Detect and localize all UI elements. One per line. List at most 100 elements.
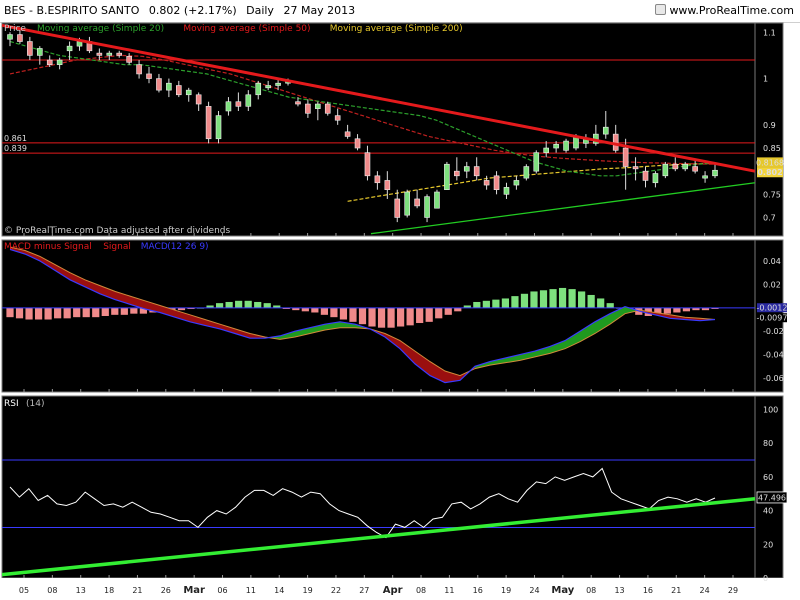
macd-histogram-bar bbox=[215, 303, 224, 308]
price-y-tick-label: 0.85 bbox=[763, 144, 781, 153]
macd-histogram-bar bbox=[25, 307, 33, 320]
macd-y-tick-label: -0.04 bbox=[763, 351, 784, 360]
candle-body bbox=[66, 45, 73, 52]
x-tick-label: 19 bbox=[303, 586, 313, 595]
x-tick-label: Mar bbox=[183, 585, 205, 596]
candle-body bbox=[602, 126, 609, 135]
macd-histogram-bar bbox=[397, 307, 405, 327]
macd-histogram-bar bbox=[682, 307, 691, 312]
macd-histogram-bar bbox=[406, 307, 414, 326]
candle-body bbox=[672, 163, 679, 170]
x-tick-label: 22 bbox=[331, 586, 341, 595]
x-tick-label: 13 bbox=[76, 586, 86, 595]
candle-body bbox=[712, 169, 718, 177]
candle-body bbox=[483, 180, 490, 186]
candle-body bbox=[513, 180, 520, 186]
price-y-tick-label: 0.7 bbox=[763, 213, 776, 222]
x-tick-label: 21 bbox=[671, 586, 681, 595]
x-tick-label: May bbox=[551, 585, 574, 596]
macd-histogram-bar bbox=[597, 298, 605, 308]
macd-legend-item: Signal bbox=[103, 242, 131, 252]
macd-histogram-bar bbox=[6, 307, 14, 318]
candle-body bbox=[384, 180, 391, 190]
candle-body bbox=[215, 115, 222, 140]
rsi-y-tick-label: 60 bbox=[763, 473, 773, 482]
x-tick-label: 08 bbox=[416, 586, 426, 595]
candle-body bbox=[46, 59, 53, 65]
candle-body bbox=[166, 82, 172, 91]
candle-body bbox=[27, 41, 33, 56]
candle-body bbox=[235, 101, 242, 107]
candle-body bbox=[523, 166, 530, 179]
rsi-y-tick-label: 20 bbox=[763, 540, 773, 549]
candle-body bbox=[553, 144, 559, 149]
macd-histogram-bar bbox=[73, 307, 81, 318]
macd-histogram-bar bbox=[82, 307, 90, 318]
macd-last-label: -0.0012 bbox=[757, 304, 788, 313]
macd-histogram-bar bbox=[34, 307, 43, 320]
candle-body bbox=[424, 196, 430, 218]
macd-histogram-bar bbox=[511, 296, 519, 308]
macd-histogram-bar bbox=[482, 300, 490, 308]
candle-body bbox=[7, 34, 13, 40]
candle-body bbox=[116, 52, 123, 56]
macd-histogram-bar bbox=[558, 287, 567, 308]
macd-histogram-bar bbox=[311, 307, 319, 313]
rsi-last-label: 47.496 bbox=[758, 493, 786, 502]
chart-canvas: 05 08 13 18 21 26 Mar 06 11 14 19 22 27 Apr 08 11 16 19 24… bbox=[0, 22, 800, 600]
candle-body bbox=[96, 52, 103, 56]
price-y-tick-label: 0.75 bbox=[763, 190, 781, 199]
candle-body bbox=[195, 94, 202, 105]
candle-body bbox=[444, 163, 450, 190]
macd-histogram-bar bbox=[530, 291, 538, 308]
candle-body bbox=[334, 115, 341, 121]
price-legend-item: Moving average (Simple 200) bbox=[330, 24, 463, 34]
macd-legend-item: (12 26 9) bbox=[167, 242, 208, 252]
macd-histogram-bar bbox=[539, 290, 548, 308]
x-tick-label: 24 bbox=[529, 586, 539, 595]
macd-histogram-bar bbox=[578, 291, 586, 308]
rsi-legend-item: (14) bbox=[26, 399, 44, 409]
macd-y-tick-label: -0.06 bbox=[763, 374, 784, 383]
macd-histogram-bar bbox=[235, 300, 243, 308]
macd-histogram-bar bbox=[520, 293, 529, 308]
candle-body bbox=[126, 56, 132, 63]
candle-body bbox=[652, 173, 659, 184]
candle-body bbox=[493, 175, 500, 190]
x-tick-label: 05 bbox=[19, 586, 29, 595]
macd-histogram-bar bbox=[263, 303, 271, 308]
rsi-legend-item: RSI bbox=[4, 399, 19, 409]
candle-body bbox=[374, 175, 381, 184]
macd-histogram-bar bbox=[111, 307, 119, 315]
price-y-tick-label: 1.1 bbox=[763, 28, 776, 37]
candle-body bbox=[265, 85, 271, 89]
signal-last-label: -0.0097 bbox=[757, 314, 788, 323]
macd-histogram-bar bbox=[473, 301, 481, 308]
macd-histogram-bar bbox=[92, 307, 100, 318]
macd-histogram-bar bbox=[549, 289, 557, 308]
candle-body bbox=[275, 82, 281, 86]
rsi-y-tick-label: 0 bbox=[763, 574, 768, 583]
x-tick-label: 27 bbox=[359, 586, 369, 595]
price-level-label: 0.861 bbox=[4, 134, 27, 143]
candle-body bbox=[205, 106, 212, 140]
macd-histogram-bar bbox=[663, 307, 671, 314]
candle-body bbox=[354, 138, 361, 149]
macd-histogram-bar bbox=[349, 307, 357, 322]
ma-last-label: 0.8168 bbox=[756, 158, 784, 167]
candle-body bbox=[682, 163, 689, 170]
macd-histogram-bar bbox=[377, 307, 386, 328]
x-tick-label: 11 bbox=[246, 586, 256, 595]
macd-histogram-bar bbox=[15, 307, 24, 319]
x-tick-label: 29 bbox=[728, 586, 738, 595]
macd-histogram-bar bbox=[63, 307, 71, 319]
candle-body bbox=[344, 131, 351, 137]
x-tick-label: 26 bbox=[161, 586, 171, 595]
candle-body bbox=[305, 103, 311, 114]
candle-body bbox=[176, 85, 182, 96]
price-y-tick-label: 0.9 bbox=[763, 121, 776, 130]
candle-body bbox=[36, 48, 43, 56]
macd-y-tick-label: 0.02 bbox=[763, 280, 781, 289]
candle-body bbox=[315, 103, 321, 109]
macd-histogram-bar bbox=[225, 301, 233, 308]
